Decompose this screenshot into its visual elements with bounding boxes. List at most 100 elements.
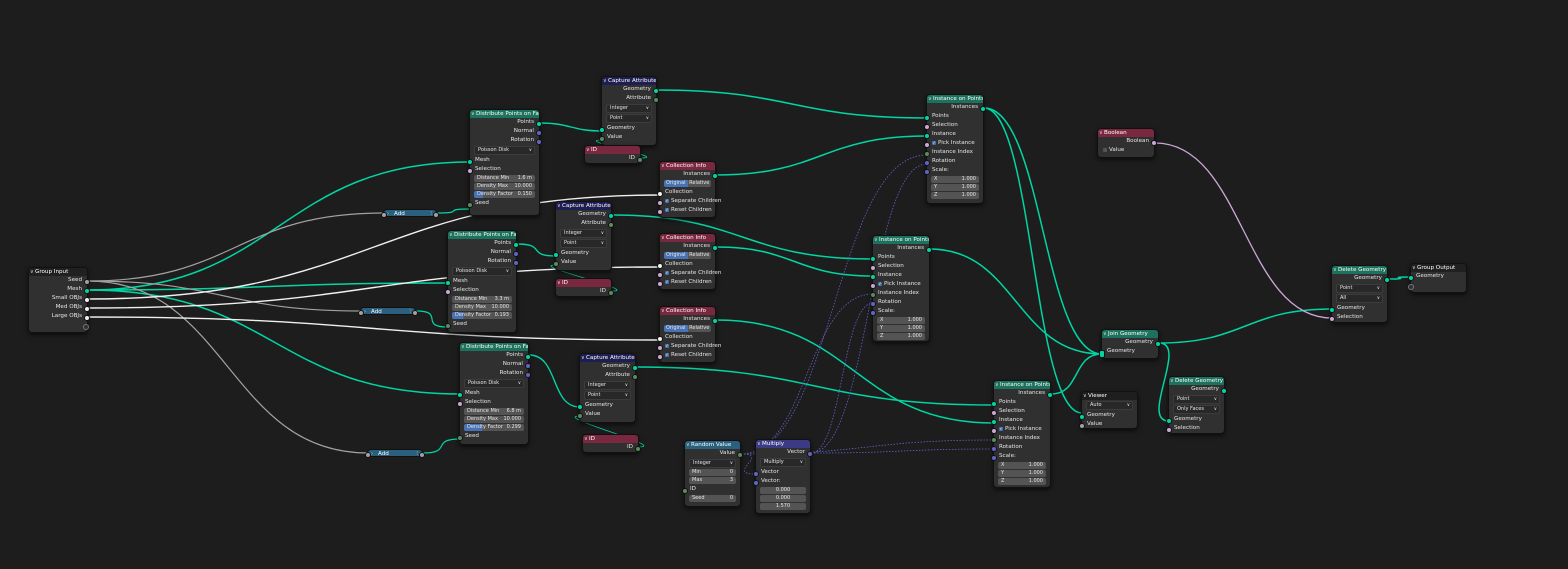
socket-geometry[interactable] [599,126,605,133]
socket-vector[interactable] [807,450,813,457]
socket-value[interactable] [553,260,559,267]
mode-dropdown[interactable]: Poisson Disk [474,146,535,155]
delete-geometry-node-1[interactable]: Delete Geometry Geometry Point All Geome… [1329,265,1390,323]
mode-dropdown[interactable]: All [1336,294,1383,303]
socket-geometry[interactable] [632,364,638,371]
socket-id[interactable] [637,156,643,163]
socket-mesh[interactable] [467,158,473,165]
scale-z-field[interactable]: Z 1.000 [877,333,925,340]
socket-empty[interactable] [1408,283,1414,290]
id-node-1[interactable]: ID ID [584,145,643,164]
socket-points[interactable] [924,114,930,121]
relative-option[interactable]: Relative [687,325,711,332]
min-field[interactable]: Min 0 [689,469,736,476]
node-header[interactable]: ID [583,435,638,443]
vector-multiply-node[interactable]: Multiply Vector Multiply Vector Vector: … [753,439,813,514]
group-output-node[interactable]: Group Output Geometry [1408,263,1467,293]
socket-selection[interactable] [870,264,876,271]
socket-rotation[interactable] [991,445,997,452]
socket-in[interactable] [365,451,371,458]
socket-selection[interactable] [1166,426,1172,433]
socket-normal[interactable] [536,129,542,136]
socket-separate-children[interactable] [657,344,663,351]
id-node-3[interactable]: ID ID [582,434,641,453]
domain-dropdown[interactable]: Point [606,114,652,123]
node-header[interactable]: Instance on Points [927,95,983,103]
checkbox-icon[interactable]: ✓ [878,281,882,286]
socket-reset-children[interactable] [657,208,663,215]
checkbox-icon[interactable]: ✓ [665,343,669,348]
socket-mesh[interactable] [457,391,463,398]
instance-on-points-node-2[interactable]: Instance on Points Instances Points Sele… [870,235,932,342]
instance-on-points-node-3[interactable]: Instance on Points Instances Points Sele… [991,380,1053,488]
node-header[interactable]: Instance on Points [873,236,929,244]
group-input-node[interactable]: Group Input Seed Mesh Small OBJs Med OBJ… [28,267,90,333]
mode-dropdown[interactable]: Poisson Disk [464,379,524,388]
socket-pick-instance[interactable] [991,427,997,434]
socket-geometry[interactable] [1329,306,1335,313]
socket-id[interactable] [635,445,641,452]
density-factor-field[interactable]: Density Factor 0.150 [474,191,535,198]
socket-pick-instance[interactable] [924,141,930,148]
socket-value[interactable] [737,451,743,458]
node-header[interactable]: Viewer [1082,392,1137,400]
checkbox-icon[interactable]: ✓ [665,352,669,357]
type-dropdown[interactable]: Integer [606,104,652,113]
socket-geometry[interactable] [1408,274,1414,281]
node-editor[interactable]: Group Input Seed Mesh Small OBJs Med OBJ… [0,0,1568,569]
id-node-2[interactable]: ID ID [555,278,614,297]
socket-scale[interactable] [991,454,997,461]
socket-geometry[interactable] [577,403,583,410]
socket-attribute[interactable] [608,221,614,228]
checkbox-icon[interactable]: ✓ [665,198,669,203]
scale-y-field[interactable]: Y 1.000 [877,325,925,332]
collection-info-node-3[interactable]: Collection Info Instances OriginalRelati… [657,306,721,363]
socket-rotation[interactable] [513,259,519,266]
relative-option[interactable]: Relative [687,180,711,187]
socket-geometry[interactable] [1099,349,1105,358]
socket-in[interactable] [381,211,387,218]
instance-on-points-node-1[interactable]: Instance on Points Instances Points Sele… [924,94,986,204]
socket-rotation[interactable] [924,159,930,166]
socket-collection[interactable] [657,335,663,342]
socket-med-objs[interactable] [84,305,90,312]
socket-selection[interactable] [1329,315,1335,322]
density-max-field[interactable]: Density Max 10.000 [452,304,512,311]
density-max-field[interactable]: Density Max 10.000 [464,416,524,423]
domain-dropdown[interactable]: Point [560,239,607,248]
scale-z-field[interactable]: Z 1.000 [931,192,979,199]
socket-instance-index[interactable] [991,436,997,443]
scale-x-field[interactable]: X 1.000 [931,176,979,183]
socket-value[interactable] [1079,422,1085,429]
node-header[interactable]: Collection Info [660,307,715,315]
node-header[interactable]: Capture Attribute [556,202,611,210]
checkbox-icon[interactable]: ✓ [665,207,669,212]
node-header[interactable]: Group Input [29,268,87,276]
mode-dropdown[interactable]: Poisson Disk [452,267,512,276]
domain-dropdown[interactable]: Point [1336,284,1383,293]
distance-min-field[interactable]: Distance Min 6.8 m [464,408,524,415]
socket-instances[interactable] [712,244,718,251]
density-factor-field[interactable]: Density Factor 0.193 [452,312,512,319]
node-header[interactable]: ID [556,279,611,287]
socket-geometry[interactable] [1221,387,1227,394]
socket-empty[interactable] [83,323,89,330]
random-value-node[interactable]: Random Value Value Integer Min0 Max3 ID … [682,440,743,507]
socket-instance[interactable] [991,418,997,425]
socket-points[interactable] [513,241,519,248]
capture-attribute-node-1[interactable]: Capture Attribute Geometry Attribute Int… [599,76,659,146]
collection-info-node-2[interactable]: Collection Info Instances OriginalRelati… [657,233,721,290]
socket-points[interactable] [991,400,997,407]
socket-reset-children[interactable] [657,280,663,287]
socket-instance[interactable] [924,132,930,139]
socket-selection[interactable] [457,400,463,407]
scale-x-field[interactable]: X 1.000 [998,462,1046,469]
socket-points[interactable] [536,120,542,127]
node-header[interactable]: Distribute Points on Faces [448,231,516,239]
distribute-points-node-3[interactable]: Distribute Points on Faces Points Normal… [457,342,531,445]
socket-value[interactable] [577,412,583,419]
capture-attribute-node-3[interactable]: Capture Attribute Geometry Attribute Int… [577,353,638,423]
socket-normal[interactable] [525,362,531,369]
transform-space-toggle[interactable]: Original Relative [664,325,711,332]
node-header[interactable]: Boolean [1098,129,1154,137]
